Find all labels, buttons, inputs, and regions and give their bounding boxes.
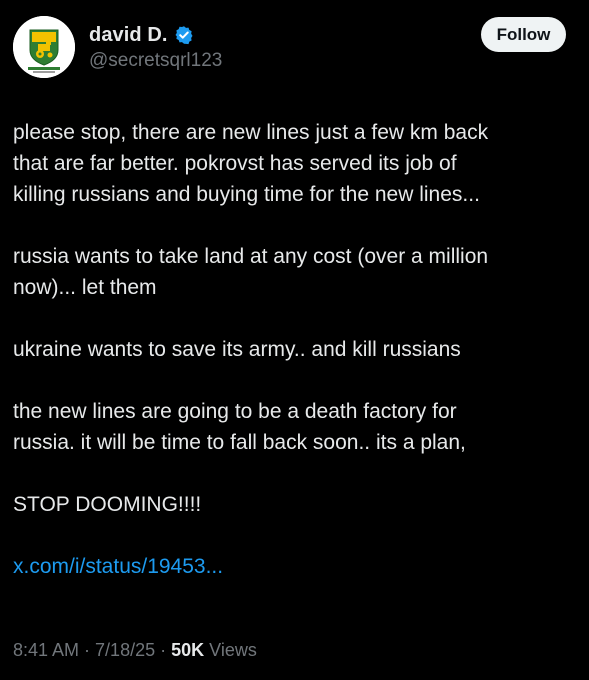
views-label: Views <box>204 640 257 660</box>
tweet-line: now)... let them <box>13 276 157 299</box>
status-link[interactable]: x.com/i/status/19453... <box>13 555 223 578</box>
follow-button[interactable]: Follow <box>481 17 566 52</box>
views-count[interactable]: 50K <box>171 640 204 660</box>
tweet-time[interactable]: 8:41 AM <box>13 640 79 660</box>
tweet-text: please stop, there are new lines just a … <box>13 117 573 582</box>
quoted-link-paragraph: x.com/i/status/19453... <box>13 551 573 582</box>
tweet-line: that are far better. pokrovst has served… <box>13 152 457 175</box>
tweet-card: david D. @secretsqrl123 Follow please st… <box>0 0 589 680</box>
tweet-paragraph: russia wants to take land at any cost (o… <box>13 241 573 303</box>
tweet-meta: 8:41 AM · 7/18/25 · 50K Views <box>13 640 257 661</box>
meta-separator: · <box>155 640 172 660</box>
author-display-name[interactable]: david D. <box>89 24 168 47</box>
tweet-paragraph: ukraine wants to save its army.. and kil… <box>13 334 573 365</box>
author-name-row: david D. <box>89 22 194 48</box>
tweet-line: russia. it will be time to fall back soo… <box>13 431 466 454</box>
verified-badge-icon[interactable] <box>174 25 194 45</box>
tweet-line: the new lines are going to be a death fa… <box>13 400 457 423</box>
tweet-line: russia wants to take land at any cost (o… <box>13 245 489 268</box>
author-handle[interactable]: @secretsqrl123 <box>89 50 222 72</box>
tweet-paragraph: please stop, there are new lines just a … <box>13 117 573 210</box>
tweet-line: ukraine wants to save its army.. and kil… <box>13 338 461 361</box>
meta-separator: · <box>79 640 96 660</box>
tweet-line: STOP DOOMING!!!! <box>13 493 202 516</box>
tweet-line: please stop, there are new lines just a … <box>13 121 489 144</box>
tweet-date[interactable]: 7/18/25 <box>95 640 155 660</box>
tweet-paragraph: STOP DOOMING!!!! <box>13 489 573 520</box>
avatar[interactable] <box>13 16 75 78</box>
tweet-line: killing russians and buying time for the… <box>13 183 480 206</box>
tweet-paragraph: the new lines are going to be a death fa… <box>13 396 573 458</box>
tractor-emblem-icon <box>13 16 75 78</box>
